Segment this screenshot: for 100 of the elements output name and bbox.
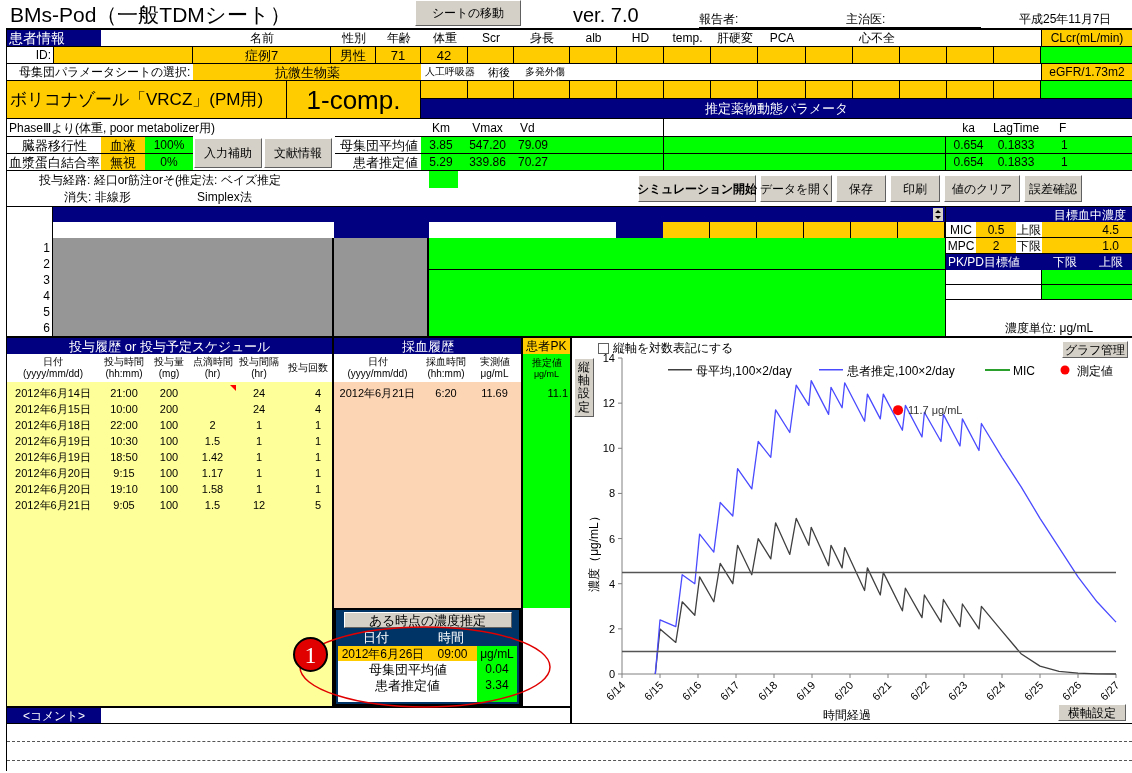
- table-cell-text: 1.42: [200, 449, 225, 465]
- toolbar-button[interactable]: 文献情報: [264, 138, 332, 168]
- table-cell: 症例7: [193, 47, 331, 63]
- table-cell-text: 1: [254, 449, 264, 465]
- input-cell: [851, 222, 898, 238]
- column-header: 術後: [487, 64, 511, 80]
- table-cell-text: 1: [254, 417, 264, 433]
- table-cell-text: 2: [208, 417, 217, 433]
- column-header: 心不全: [857, 30, 896, 46]
- toolbar-button[interactable]: シミュレーション開始: [638, 175, 756, 202]
- table-cell: 1.0: [1042, 238, 1132, 253]
- table-cell: 2012年6月26日: [338, 646, 428, 661]
- table-cell-text: 100: [158, 481, 180, 497]
- column-header: Vmax: [471, 119, 504, 136]
- toolbar-button[interactable]: 値のクリア: [944, 175, 1020, 202]
- table-cell: 4.5: [1042, 222, 1132, 237]
- column-header: CLcr(mL/min): [1041, 30, 1132, 46]
- dropdown-cell[interactable]: 無視: [101, 154, 145, 170]
- row-number: 2: [42, 256, 51, 270]
- column-header: 日付: [363, 631, 390, 644]
- elimination-label: 消失: 非線形: [64, 191, 132, 203]
- column-header: temp.: [671, 30, 704, 46]
- table-cell-text: 1: [254, 433, 264, 449]
- axis-title: 時間経過: [823, 708, 871, 722]
- row-number: 1: [42, 240, 51, 254]
- table-cell: 70.27: [514, 154, 664, 170]
- tick-label: 4: [608, 577, 615, 590]
- dropdown-cell[interactable]: 抗微生物薬: [193, 64, 421, 80]
- legend-label: 母平均,100×2/day: [696, 364, 792, 378]
- table-cell-text: 2012年6月15日: [14, 401, 92, 417]
- column-header: 推定値: [531, 357, 562, 368]
- table-cell-text: 12: [251, 497, 267, 513]
- data-point: [893, 405, 904, 416]
- table-cell-text: 100: [158, 417, 180, 433]
- table-cell-text: 100: [158, 497, 180, 513]
- table-cell-text: 4: [313, 385, 322, 401]
- x-axis-settings-button[interactable]: 横軸設定: [1058, 704, 1126, 721]
- table-cell-text: 1: [313, 417, 322, 433]
- table-cell-text: 2012年6月19日: [14, 433, 92, 449]
- field-label: 母集団パラメータシートの選択:: [18, 64, 192, 80]
- column-header: PCA: [768, 30, 796, 46]
- column-header: 身長: [529, 30, 555, 46]
- move-sheet-button[interactable]: シートの移動: [415, 0, 521, 26]
- table-cell-text: 5: [313, 497, 322, 513]
- row-label: MPC: [946, 238, 976, 253]
- row-label: MIC: [949, 222, 973, 237]
- estimate-button[interactable]: ある時点の濃度推定: [343, 612, 512, 628]
- spinner-icon[interactable]: [933, 208, 943, 221]
- toolbar-button[interactable]: データを開く: [760, 175, 832, 202]
- column-header: Scr: [481, 30, 501, 46]
- column-header: 多発外傷: [523, 65, 566, 79]
- table-cell-text: 18:50: [109, 449, 139, 465]
- table-cell: 5.29: [421, 154, 461, 170]
- column-header: 投与量: [154, 357, 184, 367]
- column-header: 投与回数: [287, 363, 328, 373]
- table-cell-text: 200: [158, 385, 180, 401]
- column-header: eGFR/1.73m2: [1041, 64, 1132, 80]
- table-cell-text: 200: [158, 401, 180, 417]
- tick-label: 6/21: [869, 678, 894, 703]
- unit-label: 濃度単位: μg/mL: [1003, 320, 1095, 336]
- tick-label: 8: [608, 487, 615, 500]
- table-cell: 339.86: [461, 154, 514, 170]
- reporter-label: 報告者:: [699, 13, 740, 25]
- tick-label: 12: [602, 397, 615, 410]
- input-cell: [429, 171, 458, 188]
- table-cell-text: 2012年6月14日: [14, 385, 92, 401]
- graph-settings-button[interactable]: グラフ管理: [1062, 341, 1128, 358]
- column-header: 肝硬変: [715, 30, 754, 46]
- checkbox[interactable]: [598, 342, 609, 354]
- section-note: PhaseⅢより(体重, poor metabolizer用): [8, 119, 217, 136]
- legend-label: 患者推定,100×2/day: [847, 364, 955, 378]
- table-cell-text: 100: [158, 433, 180, 449]
- table-cell-text: 1: [313, 433, 322, 449]
- column-unit: (hh:mm): [427, 369, 465, 379]
- row-number: 4: [42, 288, 51, 302]
- tick-label: 2: [608, 622, 615, 635]
- tick-label: 0: [608, 668, 615, 680]
- dropdown-cell[interactable]: 血液: [101, 137, 145, 153]
- table-cell: 0%: [145, 154, 193, 170]
- table-cell-text: 100: [158, 449, 180, 465]
- field-label: 臓器移行性: [20, 137, 88, 153]
- y-axis-settings-button[interactable]: 縦軸設定: [574, 358, 594, 417]
- toolbar-button[interactable]: 印刷: [890, 175, 940, 202]
- column-header: 人工呼吸器: [424, 65, 476, 79]
- tick-label: 14: [602, 352, 615, 364]
- toolbar-button[interactable]: 保存: [836, 175, 886, 202]
- legend-line: [819, 369, 843, 371]
- column-header: 実測値: [479, 357, 510, 367]
- column-unit: μg/mL: [480, 369, 509, 379]
- column-header: 体重: [431, 30, 458, 46]
- section-header: 目標血中濃度: [946, 207, 1132, 222]
- table-cell-text: 1: [313, 449, 322, 465]
- row-label: 母集団平均値: [339, 137, 419, 153]
- table-cell: 42: [421, 47, 468, 63]
- toolbar-button[interactable]: 入力補助: [194, 138, 262, 168]
- table-cell-text: 1: [254, 465, 264, 481]
- column-unit: (hh:mm): [105, 369, 143, 379]
- legend-label: MIC: [1013, 364, 1035, 378]
- route-label: 投与経路: 経口or筋注orそ(: [39, 174, 178, 186]
- toolbar-button[interactable]: 誤差確認: [1024, 175, 1082, 202]
